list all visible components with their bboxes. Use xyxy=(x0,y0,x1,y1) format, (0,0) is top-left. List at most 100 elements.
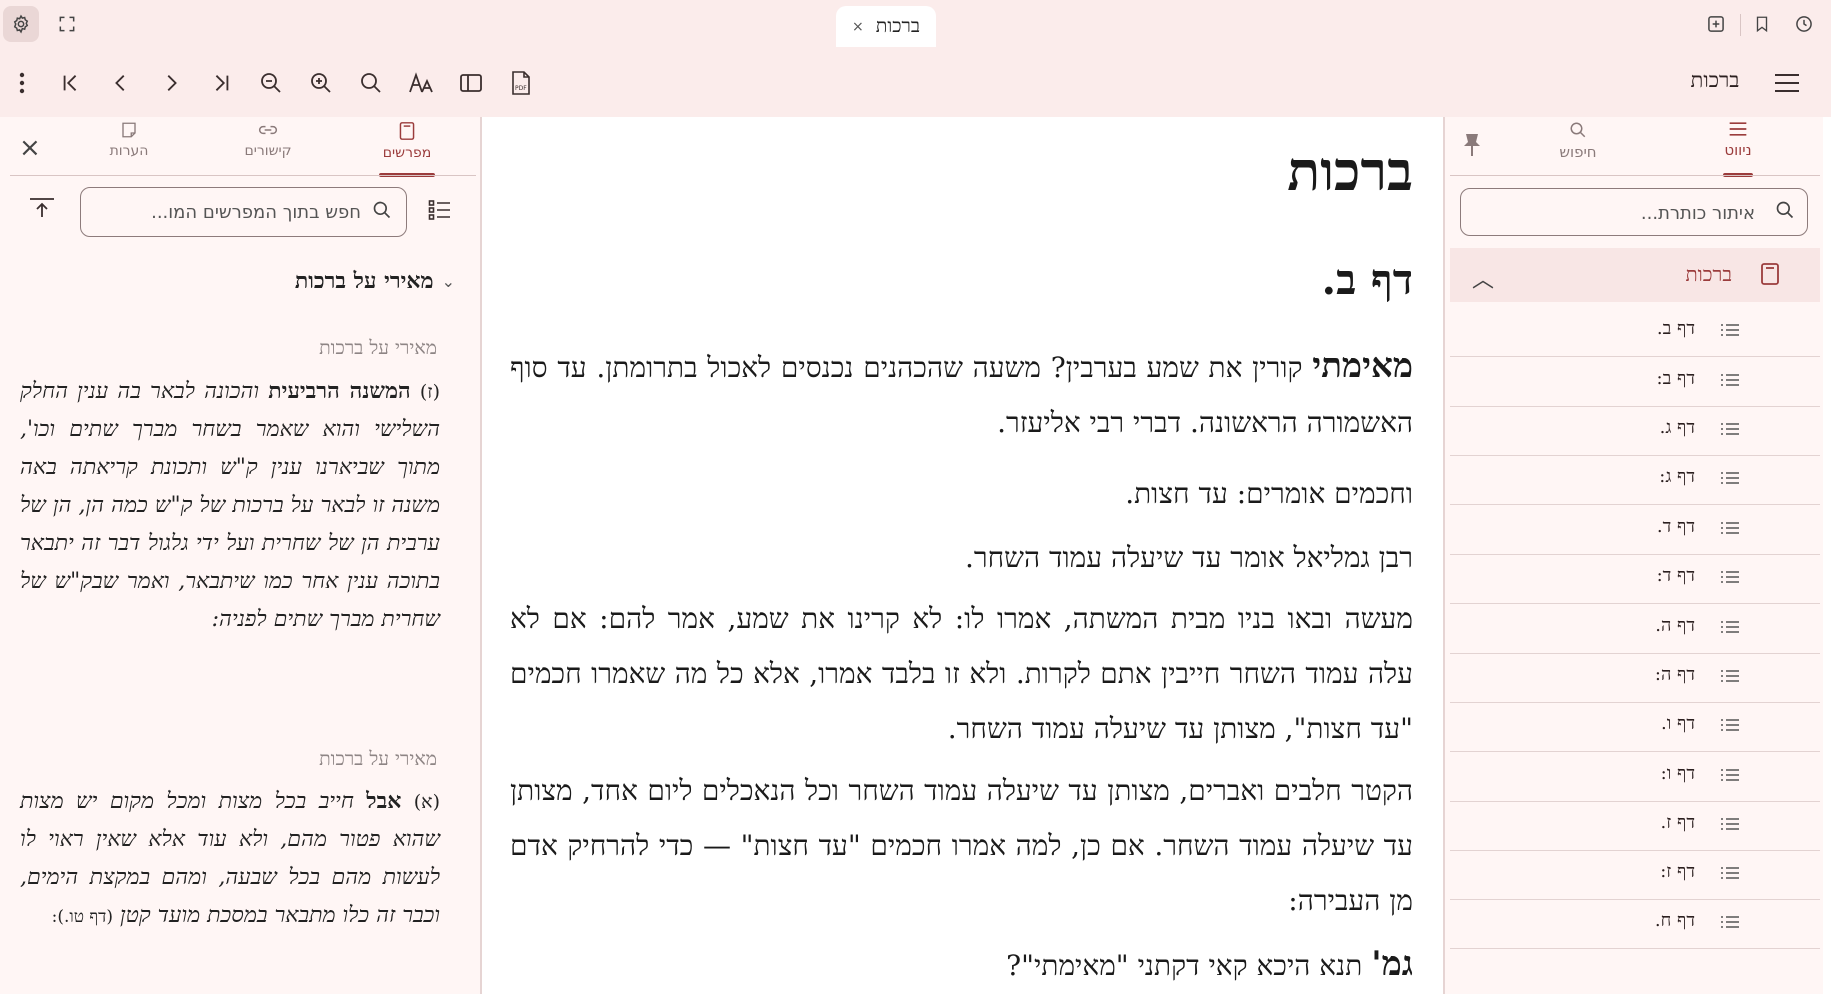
svg-text:PDF: PDF xyxy=(515,85,527,92)
daf-list-item[interactable]: דף ז: xyxy=(1450,848,1820,900)
main-text-area: ברכות דף ב. מאימתי קורין את שמע בערבין? … xyxy=(482,117,1443,994)
list-icon xyxy=(1720,865,1740,884)
commentators-list-icon[interactable] xyxy=(428,199,452,225)
text-paragraph: רבן גמליאל אומר עד שיעלה עמוד השחר. xyxy=(510,530,1413,585)
daf-item-label: דף ז. xyxy=(1660,812,1695,833)
bookmark-icon[interactable] xyxy=(1744,6,1780,42)
search-icon[interactable] xyxy=(349,61,393,105)
chevron-down-icon: ⌄ xyxy=(441,271,455,291)
title-search-field[interactable] xyxy=(1460,188,1808,236)
daf-item-label: דף ד. xyxy=(1656,516,1695,537)
close-panel-icon[interactable]: × xyxy=(19,133,41,163)
title-bar: × ברכות xyxy=(0,0,1831,47)
settings-gear-icon[interactable] xyxy=(3,6,39,42)
daf-list-item[interactable]: דף ב: xyxy=(1450,355,1820,407)
document-tab[interactable]: × ברכות xyxy=(836,6,936,47)
list-icon xyxy=(1720,619,1740,638)
list-icon xyxy=(1720,914,1740,933)
tab-search[interactable]: חיפוש xyxy=(1538,121,1618,177)
zoom-in-icon[interactable] xyxy=(299,61,343,105)
commentary-heading: אבל xyxy=(366,788,402,814)
pin-icon[interactable] xyxy=(1462,132,1482,162)
tab-notes[interactable]: הערות xyxy=(84,121,174,177)
tab-title: ברכות xyxy=(875,15,920,37)
tab-notes-label: הערות xyxy=(109,143,149,159)
commentary-search-field[interactable] xyxy=(80,187,407,237)
daf-list-item[interactable]: דף ו. xyxy=(1450,700,1820,752)
list-icon xyxy=(1720,322,1740,341)
paragraph-opening-word: מאימתי xyxy=(1312,346,1413,386)
tab-links[interactable]: קישורים xyxy=(223,121,313,177)
tab-close-icon[interactable]: × xyxy=(852,19,864,35)
menu-icon[interactable] xyxy=(1765,61,1809,105)
last-page-icon[interactable] xyxy=(199,61,243,105)
next-page-icon[interactable] xyxy=(149,61,193,105)
fullscreen-icon[interactable] xyxy=(49,6,85,42)
daf-list-item[interactable]: דף ז. xyxy=(1450,799,1820,851)
daf-list-item[interactable]: דף ג: xyxy=(1450,453,1820,505)
history-icon[interactable] xyxy=(1786,6,1822,42)
list-icon xyxy=(1720,668,1740,687)
text-paragraph: מעשה ובאו בניו מבית המשתה, אמרו לו: לא ק… xyxy=(510,591,1413,756)
sort-filter-icon[interactable] xyxy=(28,196,56,224)
list-icon xyxy=(1720,767,1740,786)
daf-list-item[interactable]: דף ה: xyxy=(1450,651,1820,703)
daf-list-item[interactable]: דף ד. xyxy=(1450,503,1820,555)
split-view-icon[interactable] xyxy=(449,61,493,105)
daf-item-label: דף ה: xyxy=(1654,664,1695,685)
book-tree-node[interactable]: ︿ ברכות xyxy=(1450,248,1820,302)
daf-item-label: דף ו: xyxy=(1660,763,1695,784)
list-icon xyxy=(1720,717,1740,736)
new-tab-icon[interactable] xyxy=(1698,6,1734,42)
list-icon xyxy=(1720,372,1740,391)
daf-item-label: דף ג: xyxy=(1659,466,1695,487)
title-search-input[interactable] xyxy=(1475,199,1755,227)
title-bar-divider xyxy=(1740,14,1741,36)
zoom-out-icon[interactable] xyxy=(249,61,293,105)
daf-list-item[interactable]: דף ח. xyxy=(1450,897,1820,949)
commentator-group-header[interactable]: ⌄ מאירי על ברכות xyxy=(200,268,455,294)
toolbar-book-title: ברכות xyxy=(1690,68,1740,92)
tab-navigation[interactable]: ניווט xyxy=(1698,121,1778,177)
page-title: ברכות xyxy=(1287,139,1413,203)
daf-item-label: דף ב. xyxy=(1656,318,1695,339)
daf-item-label: דף ד: xyxy=(1656,565,1695,586)
tabs-divider xyxy=(1450,175,1820,176)
tab-commentators[interactable]: מפרשים xyxy=(362,121,452,177)
daf-list-item[interactable]: דף ב. xyxy=(1450,305,1820,357)
more-options-icon[interactable] xyxy=(0,61,44,105)
toolbar: PDF xyxy=(0,47,1831,117)
text-paragraph: הקטר חלבים ואברים, מצותן עד שיעלה עמוד ה… xyxy=(510,763,1413,928)
tab-search-label: חיפוש xyxy=(1559,143,1597,161)
first-page-icon[interactable] xyxy=(49,61,93,105)
commentary-search-input[interactable] xyxy=(91,198,361,226)
daf-item-label: דף ו. xyxy=(1660,713,1695,734)
pdf-icon[interactable]: PDF xyxy=(499,61,543,105)
chevron-up-icon[interactable]: ︿ xyxy=(1472,262,1494,294)
text-paragraph: גמ' תנא היכא קאי דקתני "מאימתי"? xyxy=(510,937,1413,993)
list-icon xyxy=(1720,569,1740,588)
daf-list-item[interactable]: דף ג. xyxy=(1450,404,1820,456)
previous-page-icon[interactable] xyxy=(99,61,143,105)
search-icon xyxy=(372,200,392,224)
commentary-entry: (א) אבל חייב בכל מצות ומכל מקום יש מצות … xyxy=(20,782,440,936)
list-icon xyxy=(1720,816,1740,835)
commentary-entry: (ז) המשנה הרביעית והכונה לבאר בה ענין הח… xyxy=(20,372,440,639)
search-icon xyxy=(1775,200,1795,224)
daf-list-item[interactable]: דף ו: xyxy=(1450,750,1820,802)
daf-item-label: דף ח. xyxy=(1654,910,1695,931)
paragraph-text: הקטר חלבים ואברים, מצותן עד שיעלה עמוד ה… xyxy=(510,774,1413,917)
daf-list-item[interactable]: דף ד: xyxy=(1450,552,1820,604)
window-edge xyxy=(1823,117,1831,994)
tabs-divider xyxy=(10,175,476,176)
tab-commentators-label: מפרשים xyxy=(382,145,432,161)
paragraph-text: קורין את שמע בערבין? משעה שהכהנים נכנסים… xyxy=(510,351,1413,439)
list-icon xyxy=(1720,470,1740,489)
commentary-source: מאירי על ברכות xyxy=(319,337,437,359)
tab-links-label: קישורים xyxy=(244,143,292,159)
font-settings-icon[interactable] xyxy=(399,61,443,105)
text-paragraph: וחכמים אומרים: עד חצות. xyxy=(510,466,1413,521)
commentary-marker: (ז) xyxy=(419,381,440,403)
daf-list-item[interactable]: דף ה. xyxy=(1450,602,1820,654)
commentator-group-title: מאירי על ברכות xyxy=(294,268,434,294)
